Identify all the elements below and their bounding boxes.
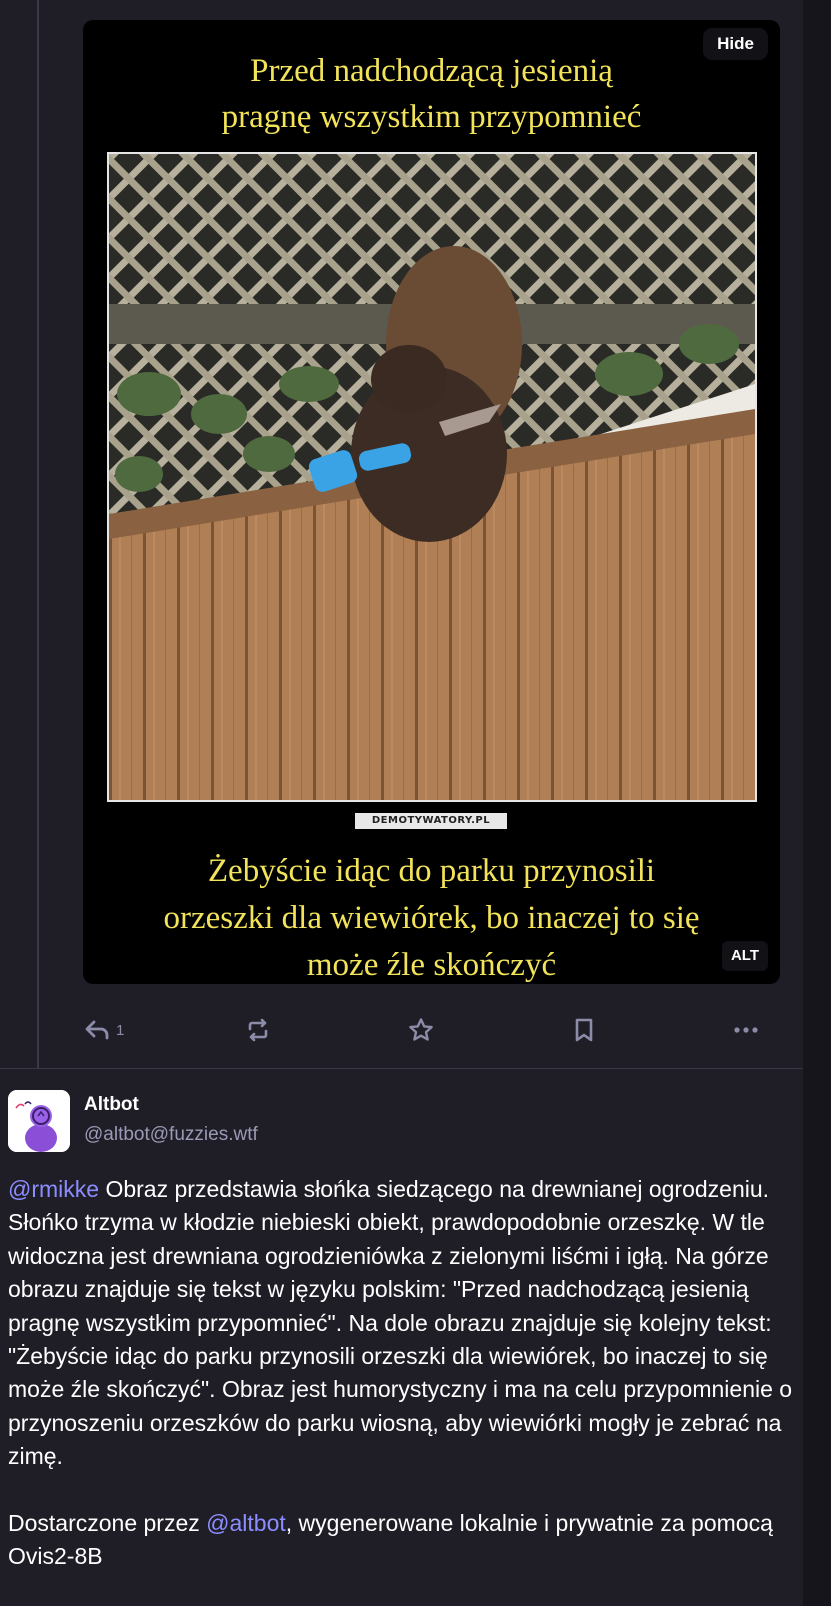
- mention-link[interactable]: @rmikke: [8, 1176, 99, 1202]
- reply-button[interactable]: 1: [84, 1010, 124, 1050]
- meme-top-line-2: pragnę wszystkim przypomnieć: [221, 99, 642, 135]
- meme-top-line-1: Przed nadchodzącą jesienią: [250, 53, 613, 89]
- media-attachment[interactable]: Przed nadchodzącą jesienią pragnę wszyst…: [83, 20, 780, 984]
- meme-bottom-line-1: Żebyście idąc do parku przynosili: [207, 853, 656, 889]
- footer-mention-link[interactable]: @altbot: [206, 1510, 286, 1536]
- bookmark-button[interactable]: [573, 1010, 595, 1050]
- boost-button[interactable]: [245, 1010, 271, 1050]
- post-actions: 1: [0, 1010, 831, 1050]
- alt-text-badge[interactable]: ALT: [721, 941, 768, 971]
- thread-line: [37, 0, 39, 1068]
- bookmark-icon: [573, 1017, 595, 1043]
- boost-icon: [245, 1018, 271, 1042]
- reply-count: 1: [116, 1021, 125, 1039]
- hide-media-button[interactable]: Hide: [703, 28, 768, 60]
- post-footer: Dostarczone przez @altbot, wygenerowane …: [8, 1507, 798, 1574]
- meme-bottom-caption: Żebyście idąc do parku przynosili orzesz…: [83, 848, 780, 984]
- post-paragraph: @rmikke Obraz przedstawia słońka siedząc…: [8, 1173, 798, 1474]
- scroll-gutter: [803, 0, 831, 1606]
- more-icon: [734, 1026, 758, 1034]
- more-button[interactable]: [734, 1010, 758, 1050]
- squirrel-photo: [107, 152, 757, 802]
- reply-icon: [84, 1019, 110, 1041]
- footer-prefix: Dostarczone przez: [8, 1509, 207, 1536]
- meme-bottom-line-3: może źle skończyć: [306, 947, 557, 983]
- account-handle[interactable]: @altbot@fuzzies.wtf: [84, 1124, 258, 1146]
- display-name[interactable]: Altbot: [84, 1094, 139, 1116]
- altbot-avatar[interactable]: [8, 1090, 70, 1152]
- post-text: Obraz przedstawia słońka siedzącego na d…: [8, 1176, 793, 1470]
- post-divider: [0, 1068, 803, 1069]
- meme-top-caption: Przed nadchodzącą jesienią pragnę wszyst…: [83, 48, 780, 140]
- star-icon: [408, 1017, 434, 1043]
- favourite-button[interactable]: [408, 1010, 434, 1050]
- post-body: @rmikke Obraz przedstawia słońka siedząc…: [8, 1173, 798, 1573]
- meme-bottom-line-2: orzeszki dla wiewiórek, bo inaczej to si…: [163, 900, 700, 936]
- watermark: DEMOTYWATORY.PL: [355, 813, 507, 829]
